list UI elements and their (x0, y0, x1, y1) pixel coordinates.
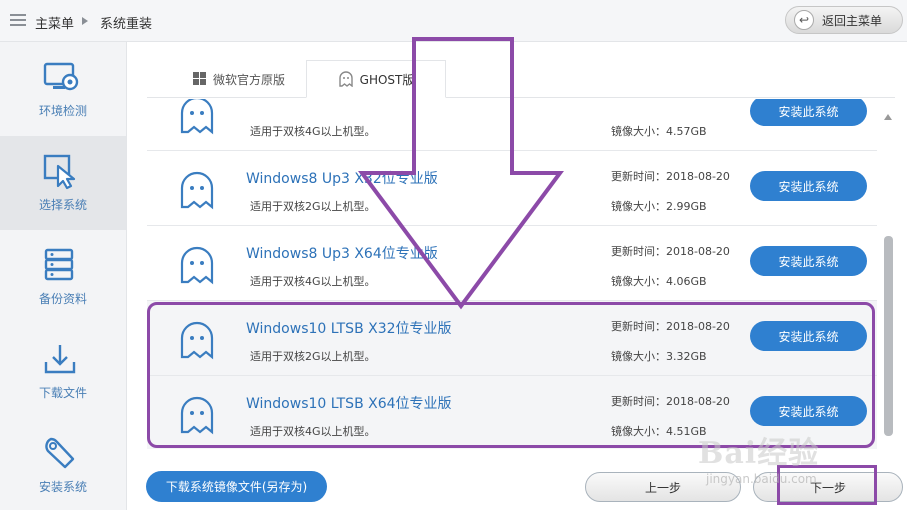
sidebar-item-label: 环境检测 (38, 104, 87, 118)
breadcrumb-separator-icon (82, 17, 88, 25)
back-arrow-icon: ↩ (794, 10, 814, 30)
install-system-button[interactable]: 安装此系统 (750, 321, 867, 351)
sidebar-item-install[interactable]: 安装系统 (0, 418, 126, 510)
annotation-arrow-icon (358, 37, 564, 310)
system-description: 适用于双核4G以上机型。 (250, 425, 376, 438)
sidebar-item-label: 备份资料 (38, 292, 87, 306)
wrench-icon (45, 437, 75, 469)
breadcrumb-current: 系统重装 (100, 17, 153, 32)
system-description: 适用于双核2G以上机型。 (250, 350, 376, 363)
tab-microsoft-original[interactable]: 微软官方原版 (179, 60, 299, 98)
system-title[interactable]: Windows10 LTSB X64位专业版 (246, 393, 452, 413)
install-system-button[interactable]: 安装此系统 (750, 99, 867, 126)
download-icon (44, 345, 76, 374)
ghost-icon (180, 246, 214, 285)
sidebar-item-select-system[interactable]: 选择系统 (0, 136, 126, 230)
sidebar-item-label: 下载文件 (38, 386, 87, 400)
image-size: 镜像大小：3.32GB (611, 350, 707, 363)
install-system-button[interactable]: 安装此系统 (750, 246, 867, 276)
image-size: 镜像大小：2.99GB (611, 200, 707, 213)
sidebar: 环境检测 选择系统 备份资料 下载文件 安装系统 (0, 42, 127, 510)
image-size: 镜像大小：4.06GB (611, 275, 707, 288)
list-item: Windows10 LTSB X64位专业版 适用于双核4G以上机型。 更新时间… (147, 376, 877, 449)
back-to-main-button[interactable]: ↩ 返回主菜单 (785, 6, 903, 34)
sidebar-item-env-check[interactable]: 环境检测 (0, 42, 126, 136)
monitor-gear-icon (43, 62, 79, 91)
image-size: 镜像大小：4.57GB (611, 125, 707, 138)
install-system-button[interactable]: 安装此系统 (750, 171, 867, 201)
update-time: 更新时间：2018-08-20 (611, 245, 730, 258)
sidebar-item-label: 安装系统 (38, 480, 87, 494)
ghost-icon (180, 396, 214, 435)
sidebar-item-download[interactable]: 下载文件 (0, 324, 126, 418)
ghost-icon (180, 171, 214, 210)
previous-step-button[interactable]: 上一步 (585, 472, 741, 502)
menu-icon[interactable] (10, 14, 26, 28)
update-time: 更新时间：2018-08-20 (611, 320, 730, 333)
cursor-select-icon (43, 154, 76, 190)
update-time: 更新时间：2018-08-20 (611, 170, 730, 183)
update-time: 更新时间：2018-08-20 (611, 395, 730, 408)
download-image-button[interactable]: 下载系统镜像文件(另存为) (146, 471, 327, 502)
ghost-icon (180, 99, 214, 135)
database-icon (44, 248, 74, 281)
list-item: Windows10 LTSB X32位专业版 适用于双核2G以上机型。 更新时间… (147, 301, 877, 376)
back-button-label: 返回主菜单 (822, 13, 883, 28)
breadcrumb-home[interactable]: 主菜单 (35, 13, 74, 32)
tab-label: 微软官方原版 (212, 72, 285, 87)
install-system-button[interactable]: 安装此系统 (750, 396, 867, 426)
sidebar-item-label: 选择系统 (38, 198, 87, 212)
ghost-icon (180, 321, 214, 360)
scrollbar-thumb[interactable] (884, 236, 893, 436)
image-size: 镜像大小：4.51GB (611, 425, 707, 438)
windows-logo-icon (192, 72, 206, 85)
system-title[interactable]: Windows10 LTSB X32位专业版 (246, 318, 452, 338)
sidebar-item-backup[interactable]: 备份资料 (0, 230, 126, 324)
scroll-up-arrow-icon[interactable] (884, 114, 892, 120)
next-step-button[interactable]: 下一步 (753, 472, 903, 502)
